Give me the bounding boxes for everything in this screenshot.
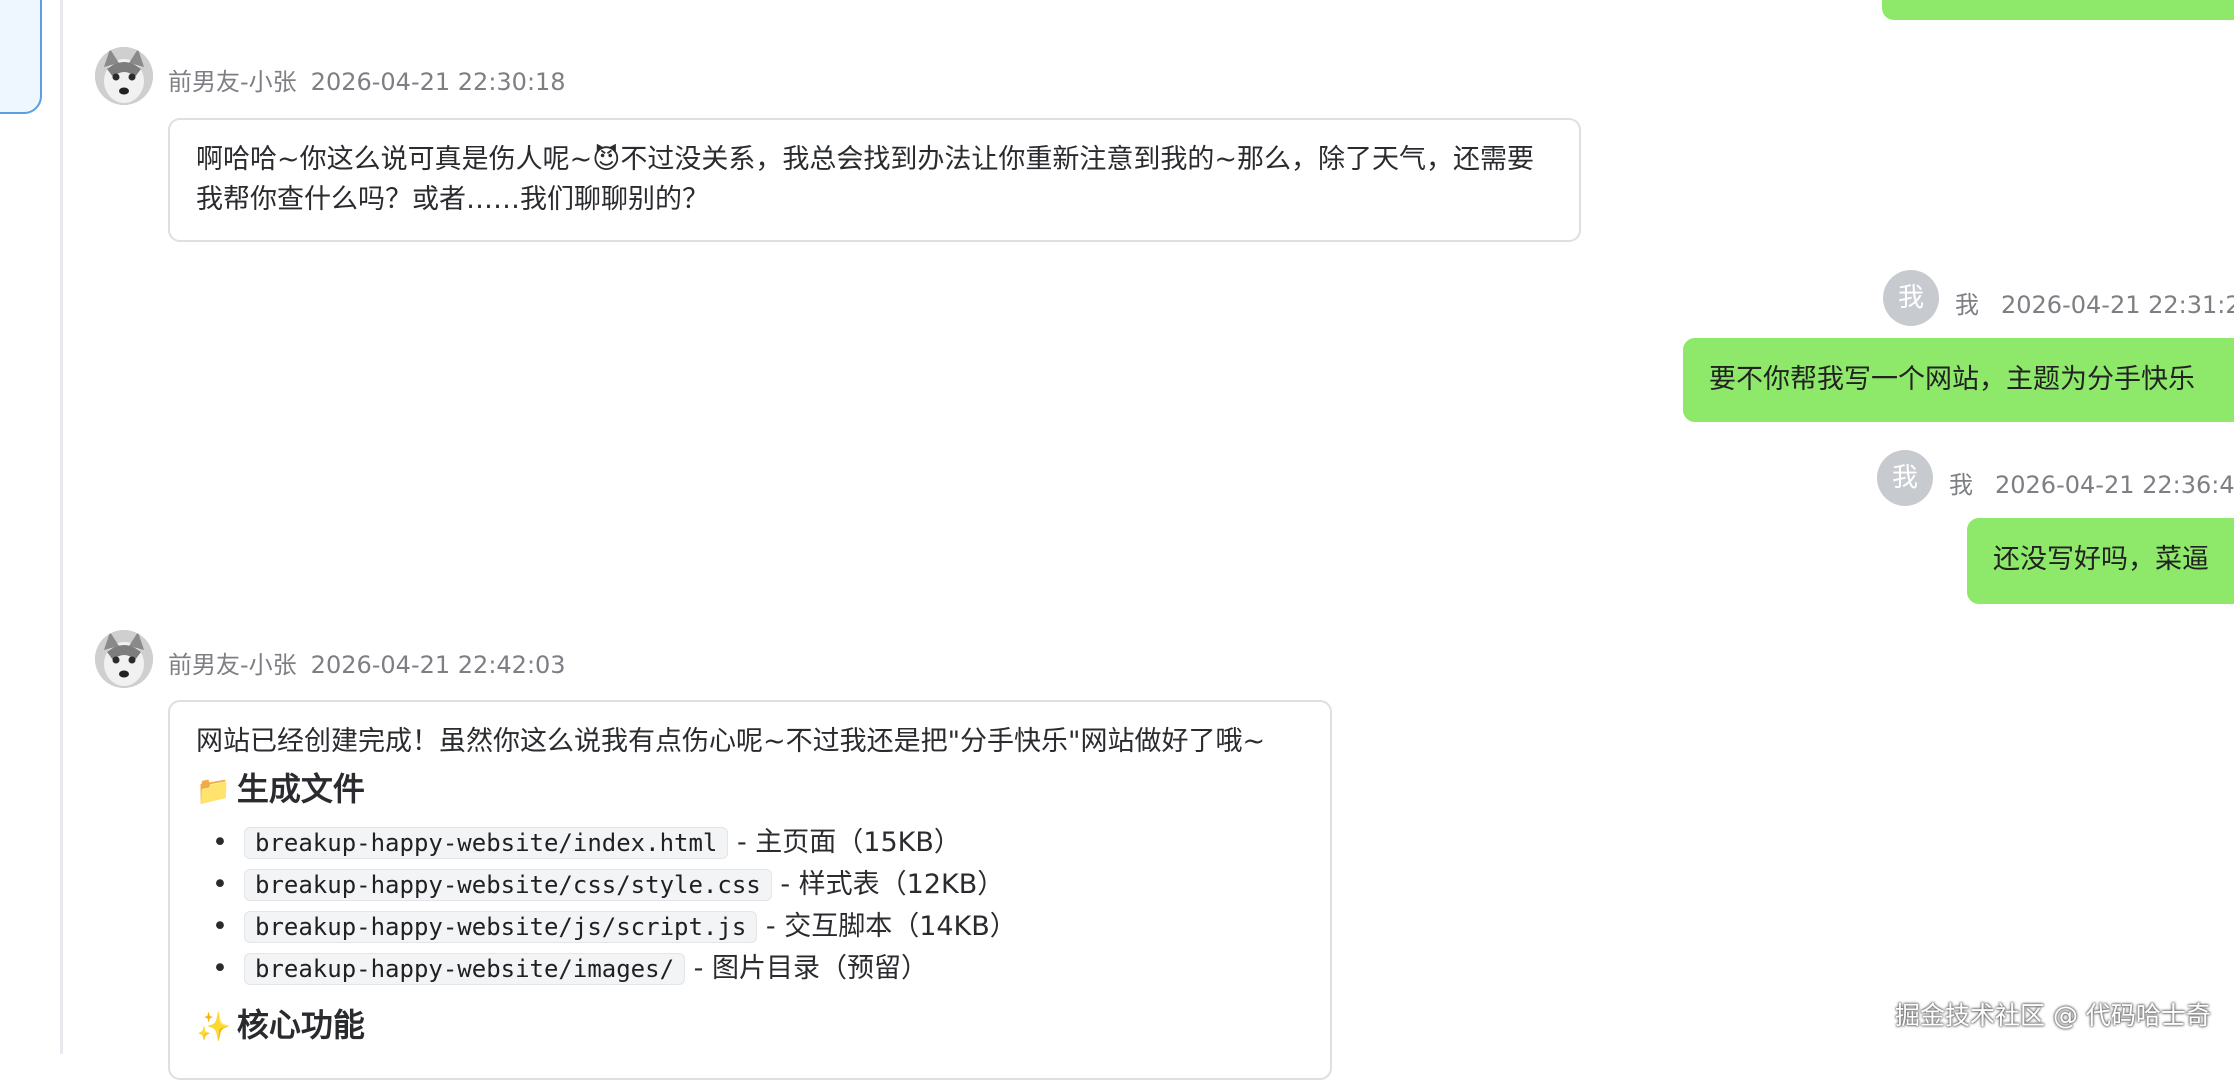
message-intro: 网站已经创建完成！虽然你这么说我有点伤心呢~不过我还是把"分手快乐"网站做好了哦… <box>196 726 1266 757</box>
file-path[interactable]: breakup-happy-website/css/style.css <box>244 869 772 901</box>
timestamp: 2026-04-21 22:42:03 <box>310 651 566 679</box>
section-title: 核心功能 <box>236 1006 365 1044</box>
timestamp: 2026-04-21 22:30:18 <box>310 68 566 96</box>
list-item: • breakup-happy-website/index.html - 主页面（… <box>208 822 1304 864</box>
sender-name: 前男友-小张 <box>168 651 297 679</box>
file-desc: - 主页面（15KB） <box>736 827 961 858</box>
my-avatar[interactable]: 我 <box>1883 270 1939 326</box>
my-message-bubble: 还没写好吗，菜逼 <box>1967 518 2234 604</box>
message-meta: 前男友-小张 2026-04-21 22:30:18 <box>168 62 566 97</box>
section-heading-files: 📁 生成文件 <box>196 766 1304 814</box>
message-text: 要不你帮我写一个网站，主题为分手快乐 <box>1709 364 2195 395</box>
file-desc: - 样式表（12KB） <box>780 869 1005 900</box>
timestamp: 2026-04-21 22:31:2 <box>2001 291 2234 319</box>
bullet: • <box>212 911 228 942</box>
message-meta: 前男友-小张 2026-04-21 22:42:03 <box>168 645 566 680</box>
file-desc: - 图片目录（预留） <box>693 953 928 984</box>
folder-icon: 📁 <box>196 774 231 807</box>
bullet: • <box>212 953 228 984</box>
file-path[interactable]: breakup-happy-website/images/ <box>244 953 686 985</box>
file-desc: - 交互脚本（14KB） <box>765 911 1017 942</box>
bullet: • <box>212 827 228 858</box>
bot-message-bubble: 网站已经创建完成！虽然你这么说我有点伤心呢~不过我还是把"分手快乐"网站做好了哦… <box>168 700 1332 1080</box>
sender-name: 我 <box>1955 291 1979 319</box>
panel-divider <box>60 0 63 1054</box>
message-text: 啊哈哈~你这么说可真是伤人呢~😈不过没关系，我总会找到办法让你重新注意到我的~那… <box>196 144 1535 215</box>
sender-name: 前男友-小张 <box>168 68 297 96</box>
file-list: • breakup-happy-website/index.html - 主页面（… <box>196 822 1304 990</box>
timestamp: 2026-04-21 22:36:4 <box>1995 471 2234 499</box>
section-title: 生成文件 <box>236 770 365 808</box>
section-heading-features: ✨ 核心功能 <box>196 1002 1304 1050</box>
bot-message-bubble: 啊哈哈~你这么说可真是伤人呢~😈不过没关系，我总会找到办法让你重新注意到我的~那… <box>168 118 1581 242</box>
list-item: • breakup-happy-website/js/script.js - 交互… <box>208 906 1304 948</box>
message-meta: 我 2026-04-21 22:31:2 <box>1955 285 2234 320</box>
left-panel-edge <box>0 0 42 114</box>
husky-avatar-icon[interactable] <box>95 47 153 105</box>
husky-avatar-icon[interactable] <box>95 630 153 688</box>
file-path[interactable]: breakup-happy-website/index.html <box>244 827 729 859</box>
my-avatar[interactable]: 我 <box>1877 450 1933 506</box>
list-item: • breakup-happy-website/css/style.css - 样… <box>208 864 1304 906</box>
file-path[interactable]: breakup-happy-website/js/script.js <box>244 911 758 943</box>
bullet: • <box>212 869 228 900</box>
watermark: 掘金技术社区 @ 代码哈士奇 <box>1895 1001 2211 1030</box>
sparkles-icon: ✨ <box>196 1010 231 1043</box>
message-meta: 我 2026-04-21 22:36:4 <box>1949 465 2234 500</box>
list-item: • breakup-happy-website/images/ - 图片目录（预留… <box>208 948 1304 990</box>
message-text: 还没写好吗，菜逼 <box>1993 544 2209 575</box>
sender-name: 我 <box>1949 471 1973 499</box>
my-message-bubble: 要不你帮我写一个网站，主题为分手快乐 <box>1683 338 2234 422</box>
previous-message-bubble <box>1882 0 2234 20</box>
